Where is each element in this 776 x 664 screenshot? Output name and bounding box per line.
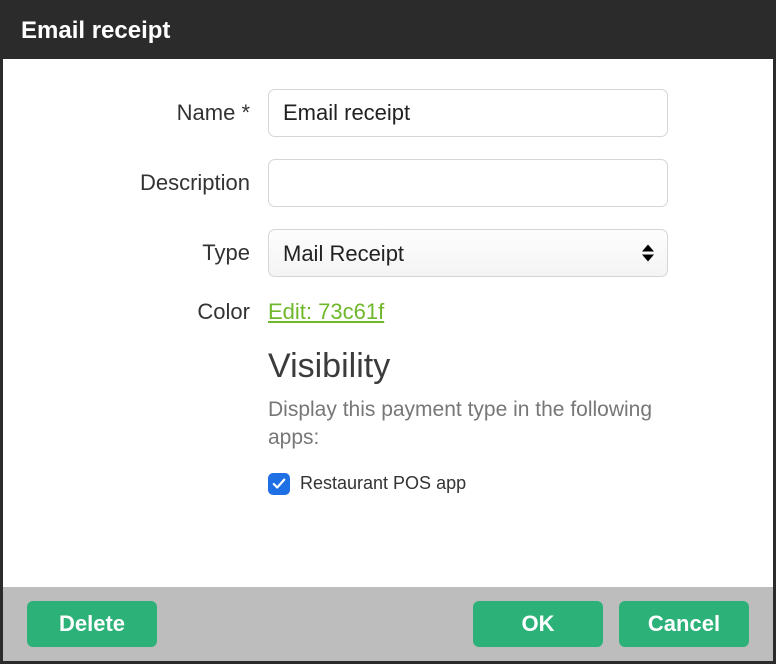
description-label: Description [43,170,268,196]
dialog-title: Email receipt [3,3,773,59]
cancel-button[interactable]: Cancel [619,601,749,647]
visibility-heading: Visibility [268,347,733,386]
row-type: Type Mail Receipt [43,229,733,277]
type-select[interactable]: Mail Receipt [268,229,668,277]
dialog: Email receipt Name * Description Type Ma… [0,0,776,664]
dialog-content: Name * Description Type Mail Receipt [3,59,773,587]
dialog-footer: Delete OK Cancel [3,587,773,661]
visibility-checkbox[interactable] [268,473,290,495]
ok-button[interactable]: OK [473,601,603,647]
row-description: Description [43,159,733,207]
row-name: Name * [43,89,733,137]
checkmark-icon [272,477,286,491]
name-label: Name * [43,100,268,126]
color-label: Color [43,299,268,325]
name-input[interactable] [268,89,668,137]
visibility-option-row: Restaurant POS app [268,473,733,495]
visibility-description: Display this payment type in the followi… [268,396,698,453]
row-color: Color Edit: 73c61f [43,299,733,325]
color-edit-link[interactable]: Edit: 73c61f [268,299,384,324]
description-input[interactable] [268,159,668,207]
type-label: Type [43,240,268,266]
row-visibility: Visibility Display this payment type in … [43,347,733,495]
visibility-option-label: Restaurant POS app [300,473,466,494]
delete-button[interactable]: Delete [27,601,157,647]
